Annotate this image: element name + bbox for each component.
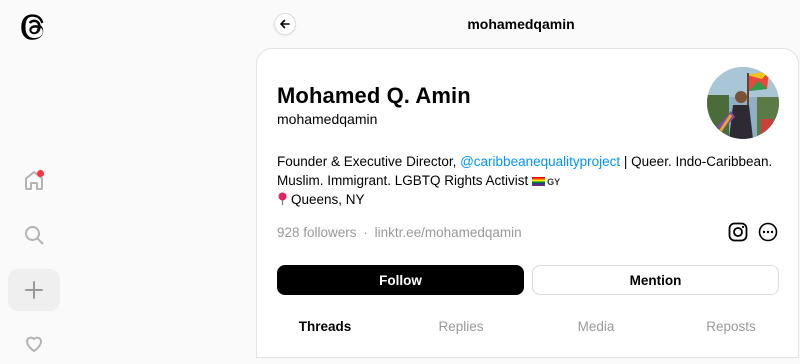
bio-line-2: Muslim. Immigrant. LGBTQ Rights Activist… [277,172,777,192]
bio-line-1: Founder & Executive Director, @caribbean… [277,153,777,172]
profile-name: Mohamed Q. Amin [277,83,471,108]
followers-count[interactable]: 928 followers [277,225,357,240]
nav-activity-button[interactable] [8,322,60,364]
nav-create-button[interactable] [8,269,60,311]
search-icon [25,226,44,245]
profile-link[interactable]: linktr.ee/mohamedqamin [375,225,522,240]
top-bar: mohamedqamin [256,0,786,48]
profile-bio: Founder & Executive Director, @caribbean… [277,153,777,210]
more-options-button[interactable] [757,221,779,243]
rainbow-flag-icon [532,176,546,186]
follow-button[interactable]: Follow [277,265,524,295]
sidebar [0,0,68,353]
plus-icon [25,281,43,299]
guyana-flag-icon: GY [547,176,561,187]
avatar[interactable] [707,67,779,139]
separator-dot: · [363,225,368,240]
bio-text: | Queer. Indo-Caribbean. [620,154,773,169]
nav-search-button[interactable] [8,214,60,256]
bio-location: Queens, NY [291,192,365,207]
tab-threads[interactable]: Threads [261,319,389,334]
bio-text: Founder & Executive Director, [277,154,461,169]
mention-button[interactable]: Mention [532,265,779,295]
profile-card: Mohamed Q. Amin mohamedqamin Founder & E… [256,48,799,358]
instagram-icon [728,222,748,242]
bio-mention-link[interactable]: @caribbeanequalityproject [460,154,620,169]
bio-text: Muslim. Immigrant. LGBTQ Rights Activist [277,172,533,188]
instagram-button[interactable] [727,221,749,243]
followers-row: 928 followers · linktr.ee/mohamedqamin [277,225,522,240]
pin-icon [278,192,287,205]
page-title: mohamedqamin [467,16,575,32]
notification-dot [37,170,44,177]
more-icon [758,222,778,242]
nav-home-button[interactable] [8,159,60,201]
tab-replies[interactable]: Replies [397,319,525,334]
heart-icon [25,336,43,353]
tab-reposts[interactable]: Reposts [667,319,795,334]
bio-line-3: Queens, NY [277,191,777,210]
profile-handle: mohamedqamin [277,111,378,127]
tab-media[interactable]: Media [532,319,660,334]
threads-logo-icon[interactable] [20,12,48,42]
